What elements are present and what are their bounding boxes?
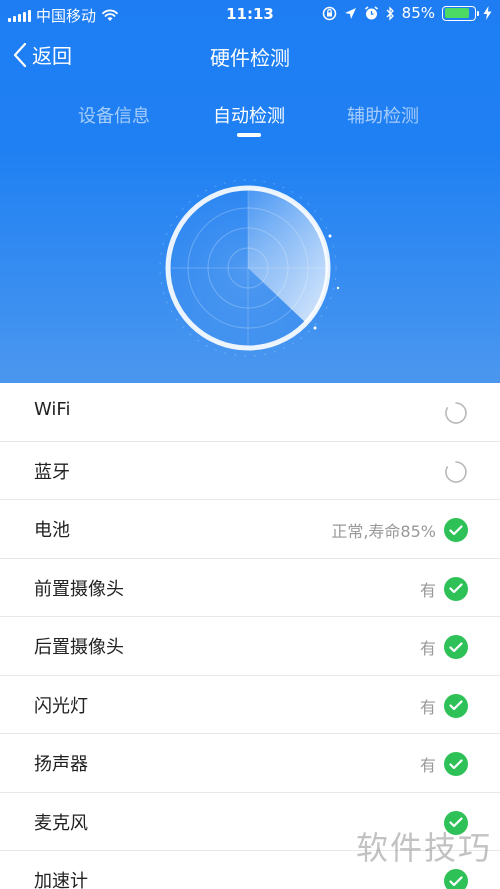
item-value: 有 [419, 697, 436, 717]
loading-spinner-icon [444, 401, 468, 425]
bluetooth-icon [386, 5, 394, 21]
item-label: 电池 [34, 520, 70, 541]
tab-device-info[interactable]: 设备信息 [59, 102, 169, 128]
item-label: 后置摄像头 [34, 637, 124, 658]
item-label: 蓝牙 [34, 461, 70, 483]
loading-spinner-icon [444, 460, 468, 484]
item-value: 有 [419, 580, 436, 600]
watermark: 软件技巧 [355, 829, 492, 867]
status-bar: 中国移动 11:13 85% [0, 0, 500, 28]
battery-icon [442, 5, 479, 21]
list-item: 扬声器 有 [0, 734, 500, 793]
list-item: WiFi [0, 383, 500, 442]
item-label: 前置摄像头 [34, 578, 124, 600]
tab-assist-detect[interactable]: 辅助检测 [328, 102, 438, 128]
location-icon [344, 7, 356, 19]
charging-icon [483, 6, 492, 20]
orientation-lock-icon [322, 6, 336, 20]
battery-percent: 85% [401, 4, 435, 22]
check-icon [444, 693, 468, 718]
item-label: 加速计 [34, 871, 88, 889]
tab-auto-detect[interactable]: 自动检测 [194, 102, 304, 128]
detection-list: WiFi 蓝牙 电池 正常,寿命85% 前置摄像头有后置摄像头有闪光灯有扬声器有麦克风加… [0, 383, 500, 889]
battery-level [444, 8, 470, 18]
check-icon [444, 635, 468, 659]
nav-bar: 返回 硬件检测 [0, 34, 500, 78]
item-value: 正常,寿命85% [331, 522, 436, 541]
item-value: 有 [419, 756, 436, 775]
list-item: 电池 正常,寿命85% [0, 500, 500, 559]
item-label: 扬声器 [34, 754, 88, 775]
check-icon [444, 752, 468, 776]
item-label: 闪光灯 [34, 695, 88, 717]
header-area: 中国移动 11:13 85% 返回 硬件检测 设备信息 自动检测 辅助检测 [0, 0, 500, 383]
list-item: 蓝牙 [0, 442, 500, 500]
item-label: 麦克风 [34, 812, 88, 834]
page-title: 硬件检测 [210, 46, 290, 70]
item-label: WiFi [34, 399, 71, 420]
active-tab-indicator [237, 133, 261, 137]
list-item: 前置摄像头 有 [0, 559, 500, 617]
check-icon [444, 518, 468, 542]
check-icon [444, 576, 468, 601]
alarm-icon [364, 5, 378, 19]
check-icon [444, 869, 468, 889]
item-value: 有 [419, 639, 436, 658]
list-item: 后置摄像头 有 [0, 617, 500, 676]
radar-scan-graphic [159, 179, 340, 357]
list-item: 闪光灯 有 [0, 676, 500, 734]
